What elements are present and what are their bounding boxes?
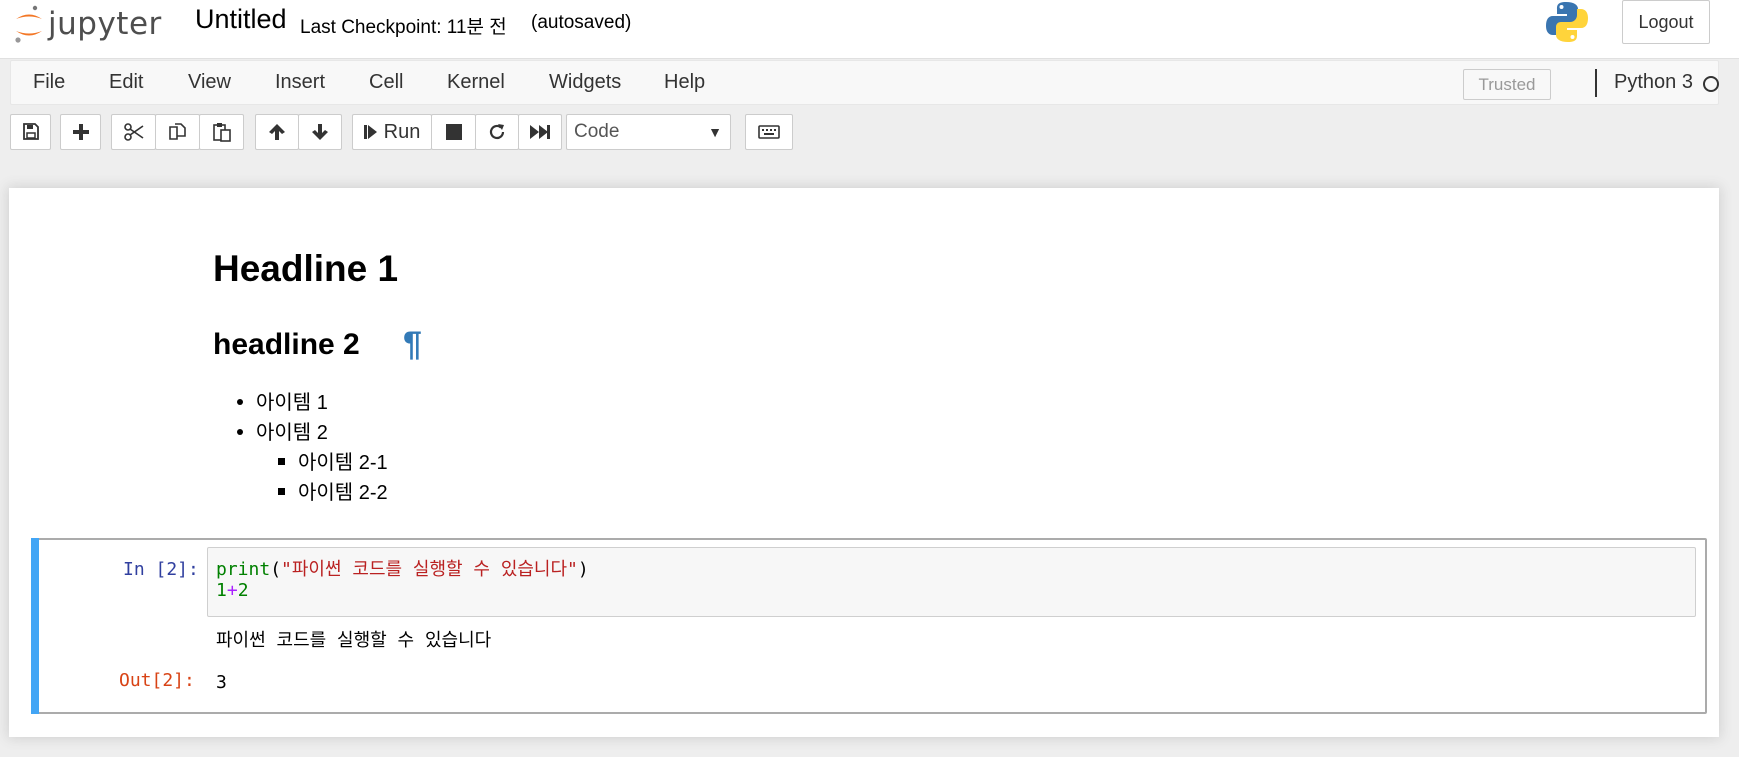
menu-cell[interactable]: Cell [369, 71, 403, 94]
plus-icon [72, 124, 89, 140]
input-prompt: In [2]: [123, 559, 199, 580]
list-item: 아이템 1 [256, 392, 328, 414]
menu-kernel[interactable]: Kernel [447, 71, 505, 94]
sub-list-item: 아이템 2-2 [298, 482, 388, 504]
square-bullet-icon [278, 458, 285, 465]
menu-view[interactable]: View [188, 71, 231, 94]
restart-run-all-button[interactable] [518, 114, 562, 150]
restart-kernel-button[interactable] [475, 114, 519, 150]
code-paren-open: ( [270, 559, 282, 580]
move-up-button[interactable] [255, 114, 299, 150]
arrow-down-icon [312, 124, 328, 140]
trusted-indicator[interactable]: Trusted [1463, 69, 1551, 100]
header: jupyter Untitled Last Checkpoint: 11분 전 … [0, 0, 1739, 59]
menu-help[interactable]: Help [664, 71, 705, 94]
save-icon [22, 123, 39, 140]
last-checkpoint: Last Checkpoint: 11분 전 [300, 17, 507, 38]
code-number: 2 [237, 580, 249, 601]
jupyter-logo-icon [15, 5, 42, 43]
save-button[interactable] [10, 114, 51, 150]
code-number: 1 [216, 580, 227, 601]
heading-2: headline 2 [213, 328, 360, 361]
sub-list-item: 아이템 2-1 [298, 452, 388, 474]
paste-button[interactable] [199, 114, 244, 150]
interrupt-kernel-button[interactable] [431, 114, 476, 150]
cell-type-select[interactable]: Code ▼ [566, 114, 731, 150]
code-editor[interactable]: print("파이썬 코드를 실행할 수 있습니다") 1+2 [207, 547, 1696, 617]
stdout-output: 파이썬 코드를 실행할 수 있습니다 [216, 630, 492, 651]
scissors-icon [123, 123, 143, 141]
selected-cell-indicator [31, 538, 39, 714]
step-forward-icon [363, 125, 377, 139]
code-cell[interactable]: In [2]: print("파이썬 코드를 실행할 수 있습니다") 1+2 … [31, 538, 1707, 714]
menu-widgets[interactable]: Widgets [549, 71, 621, 94]
cell-type-value: Code [574, 121, 620, 142]
jupyter-logo[interactable]: jupyter [14, 2, 162, 46]
bullet-icon [237, 429, 243, 435]
restart-icon [489, 124, 505, 140]
stop-icon [445, 124, 462, 140]
fast-forward-icon [530, 125, 550, 139]
menu-file[interactable]: File [33, 71, 65, 94]
menubar: File Edit View Insert Cell Kernel Widget… [10, 60, 1719, 105]
heading-1: Headline 1 [213, 248, 399, 289]
code-builtin: print [216, 559, 271, 580]
run-label: Run [383, 120, 421, 143]
cut-button[interactable] [111, 114, 156, 150]
code-line-1: print("파이썬 코드를 실행할 수 있습니다") [216, 555, 589, 581]
square-bullet-icon [278, 488, 285, 495]
command-palette-button[interactable] [745, 114, 793, 150]
notebook-container: Headline 1 headline 2 ¶ 아이템 1 아이템 2 아이템 … [9, 188, 1719, 737]
anchor-link[interactable]: ¶ [403, 325, 422, 364]
code-paren-close: ) [577, 559, 589, 580]
kernel-divider [1595, 69, 1597, 97]
list-item: 아이템 2 [256, 422, 328, 444]
kernel-idle-icon [1703, 76, 1719, 92]
jupyter-logo-text: jupyter [48, 6, 162, 42]
copy-button[interactable] [155, 114, 200, 150]
menu-edit[interactable]: Edit [109, 71, 143, 94]
code-string: "파이썬 코드를 실행할 수 있습니다" [281, 559, 578, 580]
run-button[interactable]: Run [352, 114, 432, 150]
notebook-title[interactable]: Untitled [195, 4, 287, 35]
insert-cell-button[interactable] [60, 114, 101, 150]
code-operator: + [226, 580, 238, 601]
caret-down-icon: ▼ [708, 124, 722, 140]
menu-insert[interactable]: Insert [275, 71, 325, 94]
execute-result: 3 [216, 672, 227, 693]
bullet-icon [237, 399, 243, 405]
move-down-button[interactable] [298, 114, 342, 150]
code-line-2: 1+2 [216, 580, 249, 601]
logout-button[interactable]: Logout [1622, 0, 1710, 44]
kernel-name[interactable]: Python 3 [1614, 71, 1693, 94]
arrow-up-icon [269, 124, 285, 140]
autosave-status: (autosaved) [531, 12, 632, 33]
python-logo-icon [1545, 0, 1589, 49]
copy-icon [168, 123, 186, 140]
keyboard-icon [758, 125, 780, 139]
paste-icon [212, 123, 231, 142]
output-prompt: Out[2]: [119, 670, 195, 691]
